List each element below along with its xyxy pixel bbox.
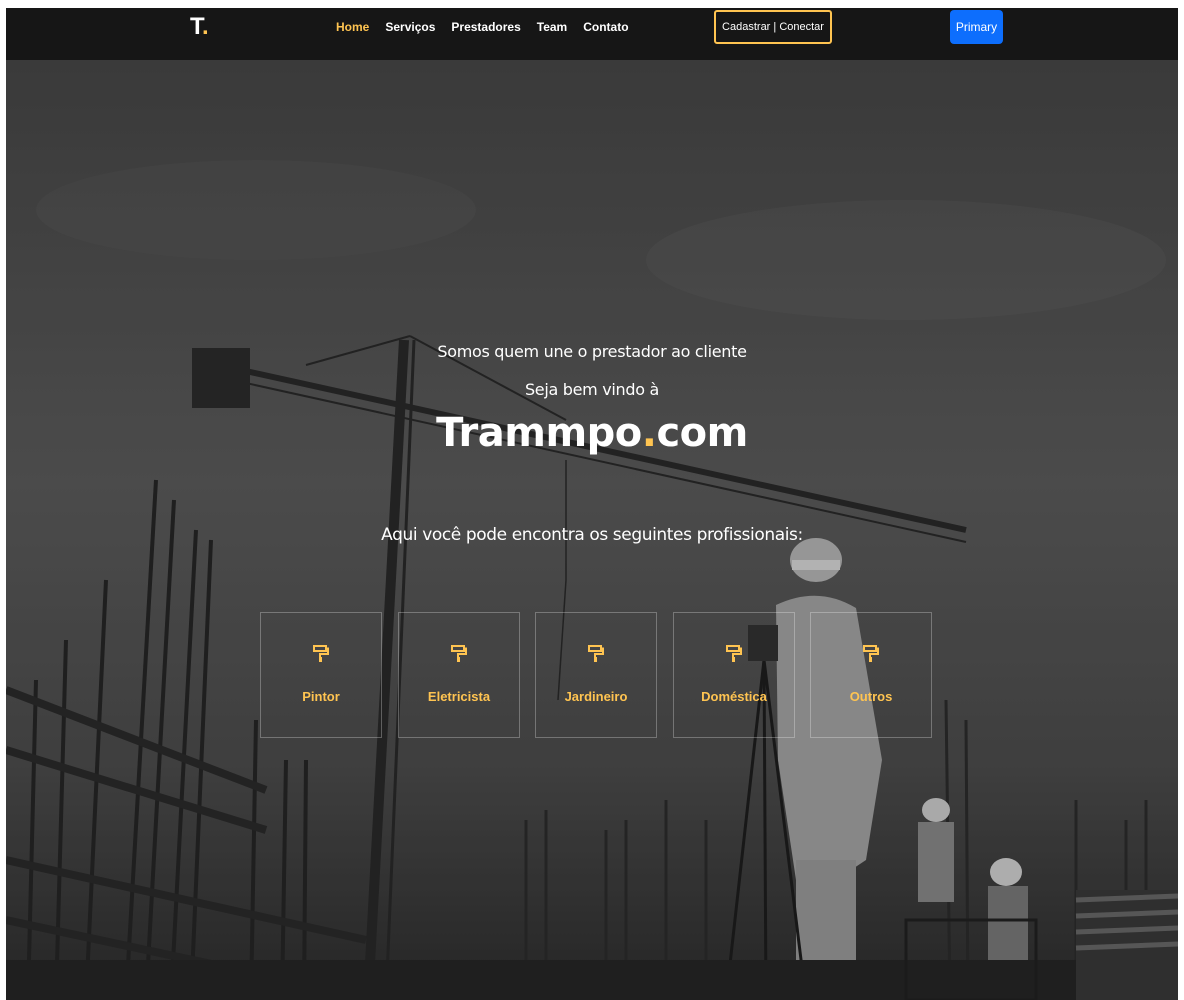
nav-link-servicos[interactable]: Serviços [385,20,435,34]
profession-label: Doméstica [701,689,767,704]
register-connect-button[interactable]: Cadastrar | Conectar [714,10,832,44]
profession-label: Outros [849,689,893,704]
profession-card-jardineiro[interactable]: Jardineiro [535,612,657,738]
logo-letter: T [190,13,202,40]
nav-link-team[interactable]: Team [537,20,567,34]
page-frame: T. Home Serviços Prestadores Team Contat… [6,8,1178,1000]
logo[interactable]: T. [190,13,209,41]
nav-link-prestadores[interactable]: Prestadores [451,20,520,34]
profession-label: Pintor [302,689,340,704]
hero-brand-title: Trammpo.com [6,410,1178,456]
paint-roller-icon [451,645,467,662]
profession-label: Jardineiro [564,689,628,704]
navbar: T. Home Serviços Prestadores Team Contat… [6,8,1178,60]
paint-roller-icon [863,645,879,662]
nav-link-home[interactable]: Home [336,20,369,34]
paint-roller-icon [588,645,604,662]
hero-subtitle: Aqui você pode encontra os seguintes pro… [381,525,803,545]
paint-roller-icon [726,645,742,662]
nav-link-contato[interactable]: Contato [583,20,628,34]
brand-name: Trammpo [436,410,642,456]
brand-tld: com [656,410,748,456]
hero-section: Somos quem une o prestador ao cliente Se… [6,60,1178,1000]
profession-card-pintor[interactable]: Pintor [260,612,382,738]
logo-dot: . [202,13,209,40]
profession-card-domestica[interactable]: Doméstica [673,612,795,738]
profession-card-outros[interactable]: Outros [810,612,932,738]
profession-cards: Pintor Eletricista Jardineiro Doméstica … [260,612,950,740]
main-nav: Home Serviços Prestadores Team Contato [336,20,645,34]
profession-label: Eletricista [427,689,491,704]
hero-welcome: Seja bem vindo à [524,380,660,399]
profession-card-eletricista[interactable]: Eletricista [398,612,520,738]
paint-roller-icon [313,645,329,662]
brand-dot: . [641,410,657,456]
hero-tagline: Somos quem une o prestador ao cliente [437,342,747,361]
primary-button[interactable]: Primary [950,10,1003,44]
